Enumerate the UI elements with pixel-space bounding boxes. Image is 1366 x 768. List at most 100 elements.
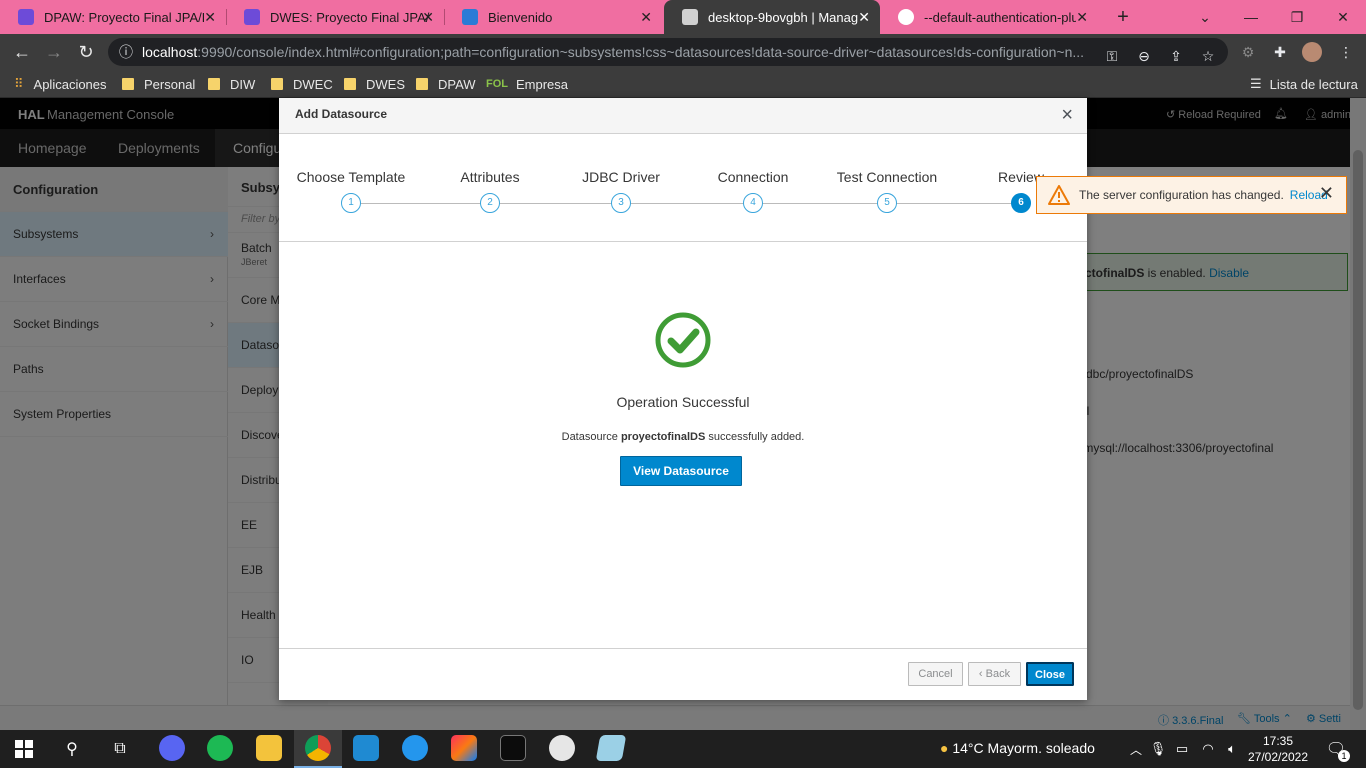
bookmark-label: DWEC xyxy=(293,76,333,92)
hal-icon xyxy=(682,9,698,25)
battery-icon[interactable]: ▭ xyxy=(1168,735,1196,763)
folder-icon xyxy=(344,78,356,90)
restore-icon[interactable]: ❐ xyxy=(1274,0,1320,34)
bookmark-label: DIW xyxy=(230,76,256,92)
game-icon[interactable] xyxy=(549,735,575,761)
windows-start-icon[interactable] xyxy=(10,735,38,763)
weather-text: 14°C Mayorm. soleado xyxy=(952,740,1095,756)
sun-icon: ● xyxy=(940,740,949,756)
success-message: Datasource proyectofinalDS successfully … xyxy=(279,431,1087,443)
google-icon xyxy=(898,9,914,25)
key-icon[interactable]: ⚿ xyxy=(1102,46,1122,66)
message-prefix: Datasource xyxy=(561,431,621,443)
info-icon[interactable]: ⓘ xyxy=(116,42,136,62)
tab-title: --default-authentication-plu xyxy=(924,9,1076,25)
back-button[interactable]: ‹ Back xyxy=(968,662,1021,686)
app-icon xyxy=(462,9,478,25)
menu-icon[interactable]: ⋮ xyxy=(1336,42,1356,62)
fol-icon: FOL xyxy=(486,78,508,90)
apps-grid-icon: ⠿ xyxy=(14,76,24,91)
window-close-icon[interactable]: ✕ xyxy=(1320,0,1366,34)
bookmark-empresa[interactable]: FOL Empresa xyxy=(486,75,568,93)
add-datasource-dialog: Add Datasource × Choose Template 1 Attri… xyxy=(279,98,1087,700)
dialog-close-icon[interactable]: × xyxy=(1061,104,1073,127)
graduation-cap-icon xyxy=(18,9,34,25)
tab-close-icon[interactable]: ✕ xyxy=(858,9,870,26)
tab-title: DWES: Proyecto Final JPA/Hi xyxy=(270,9,430,25)
bookmark-apps[interactable]: ⠿ Aplicaciones xyxy=(14,75,107,93)
browser-tab-2[interactable]: DWES: Proyecto Final JPA/Hi ✕ xyxy=(226,0,444,34)
step-label-jdbc-driver: JDBC Driver xyxy=(582,169,660,185)
cancel-button[interactable]: Cancel xyxy=(908,662,963,686)
folder-icon xyxy=(208,78,220,90)
reading-list[interactable]: ☰ Lista de lectura xyxy=(1250,75,1358,93)
url-path: :9990/console/index.html#configuration;p… xyxy=(197,44,1085,60)
bookmark-dwes[interactable]: DWES xyxy=(344,75,405,93)
weather-widget[interactable]: ● 14°C Mayorm. soleado xyxy=(940,740,1095,756)
tab-close-icon[interactable]: ✕ xyxy=(204,9,216,26)
browser-tab-1[interactable]: DPAW: Proyecto Final JPA/Hi ✕ xyxy=(0,0,226,34)
step-4-circle[interactable]: 4 xyxy=(743,193,763,213)
step-6-circle-current: 6 xyxy=(1011,193,1031,213)
star-icon[interactable]: ☆ xyxy=(1198,46,1218,66)
reload-icon[interactable]: ↻ xyxy=(73,40,99,64)
message-suffix: successfully added. xyxy=(705,431,805,443)
bookmark-label: Empresa xyxy=(516,76,569,92)
step-1-circle[interactable]: 1 xyxy=(341,193,361,213)
back-arrow-icon[interactable]: ← xyxy=(9,40,35,64)
step-label-choose-template: Choose Template xyxy=(296,169,406,185)
notification-message: The server configuration has changed. Rel… xyxy=(1079,188,1328,202)
terminal-icon[interactable] xyxy=(500,735,526,761)
tab-search-icon[interactable]: ⌄ xyxy=(1182,0,1228,34)
step-3-circle[interactable]: 3 xyxy=(611,193,631,213)
browser-tab-5[interactable]: --default-authentication-plu ✕ xyxy=(880,0,1098,34)
tab-title: desktop-9bovgbh | Manage xyxy=(708,9,858,25)
bookmark-dwec[interactable]: DWEC xyxy=(271,75,333,93)
minimize-icon[interactable]: — xyxy=(1228,0,1274,34)
bookmark-personal[interactable]: Personal xyxy=(122,75,195,93)
dialog-header: Add Datasource × xyxy=(279,98,1087,134)
dialog-title: Add Datasource xyxy=(295,107,388,121)
profile-avatar[interactable] xyxy=(1302,42,1322,62)
file-explorer-icon[interactable] xyxy=(256,735,282,761)
folder-icon xyxy=(122,78,134,90)
wizard-steps: Choose Template 1 Attributes 2 JDBC Driv… xyxy=(279,134,1087,242)
clock[interactable]: 17:35 27/02/2022 xyxy=(1240,733,1316,765)
bookmark-label: Personal xyxy=(144,76,196,92)
browser-tab-4-active[interactable]: desktop-9bovgbh | Manage ✕ xyxy=(664,0,880,34)
view-datasource-button[interactable]: View Datasource xyxy=(620,456,742,486)
tab-close-icon[interactable]: ✕ xyxy=(1076,9,1088,26)
task-view-icon[interactable]: ⧉ xyxy=(106,735,134,763)
address-bar[interactable]: ⓘ localhost:9990/console/index.html#conf… xyxy=(108,38,1228,66)
config-changed-notification: The server configuration has changed. Rel… xyxy=(1036,176,1347,214)
docker-icon[interactable] xyxy=(402,735,428,761)
success-check-icon xyxy=(655,312,711,368)
intellij-icon[interactable] xyxy=(451,735,477,761)
zoom-icon[interactable]: ⊖ xyxy=(1134,46,1154,66)
new-tab-button[interactable]: + xyxy=(1100,0,1146,34)
tab-close-icon[interactable]: ✕ xyxy=(422,9,434,26)
notification-text: The server configuration has changed. xyxy=(1079,188,1284,202)
notification-close-icon[interactable]: ✕ xyxy=(1319,183,1334,204)
puzzle-icon[interactable]: ✚ xyxy=(1270,42,1290,62)
virtualbox-icon[interactable] xyxy=(595,735,627,761)
bookmark-diw[interactable]: DIW xyxy=(208,75,255,93)
forward-arrow-icon[interactable]: → xyxy=(41,40,67,64)
bookmarks-bar: ⠿ Aplicaciones Personal DIW DWEC DWES DP… xyxy=(0,70,1366,98)
chrome-icon[interactable] xyxy=(305,735,331,761)
spotify-icon[interactable] xyxy=(207,735,233,761)
bookmark-label: Aplicaciones xyxy=(33,76,107,92)
browser-tab-bar: DPAW: Proyecto Final JPA/Hi ✕ DWES: Proy… xyxy=(0,0,1366,34)
step-2-circle[interactable]: 2 xyxy=(480,193,500,213)
browser-tab-3[interactable]: Bienvenido ✕ xyxy=(444,0,662,34)
bookmark-dpaw[interactable]: DPAW xyxy=(416,75,476,93)
warning-triangle-icon xyxy=(1048,185,1070,205)
discord-icon[interactable] xyxy=(159,735,185,761)
share-icon[interactable]: ⇪ xyxy=(1166,46,1186,66)
tab-close-icon[interactable]: ✕ xyxy=(640,9,652,26)
step-5-circle[interactable]: 5 xyxy=(877,193,897,213)
close-button[interactable]: Close xyxy=(1025,661,1075,687)
extension-gear-icon[interactable]: ⚙ xyxy=(1238,42,1258,62)
search-icon[interactable]: ⚲ xyxy=(58,735,86,763)
vscode-icon[interactable] xyxy=(353,735,379,761)
